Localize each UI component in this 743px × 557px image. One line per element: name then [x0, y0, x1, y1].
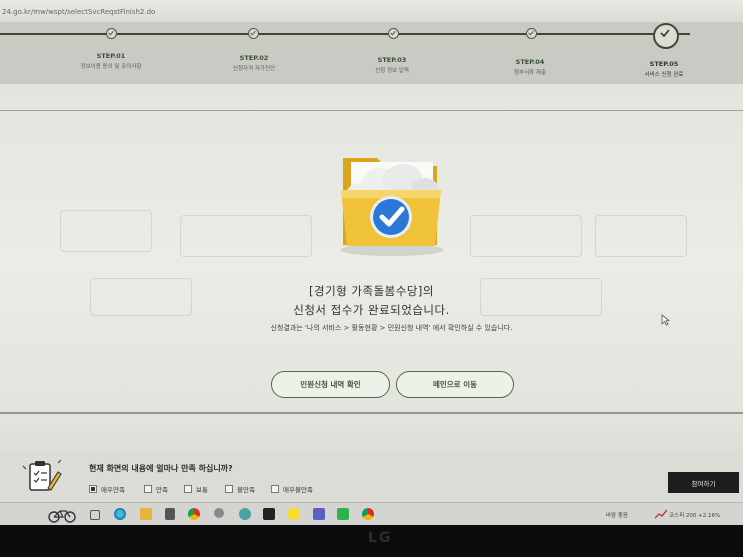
step-progress: STEP.01 정보이용 동의 및 유의사항 STEP.02 신청자격 자가진단…	[0, 22, 743, 84]
stock-ticker[interactable]: 코스피 200 +2.16%	[669, 511, 720, 519]
notes-app-icon[interactable]	[263, 508, 275, 520]
step-2-desc: 신청자격 자가진단	[232, 66, 276, 72]
survey-option-neutral[interactable]: 보통	[184, 484, 208, 494]
kakaotalk-icon[interactable]	[288, 508, 300, 520]
task-view-icon[interactable]	[90, 510, 100, 520]
folder-complete-icon	[340, 158, 444, 256]
weather-widget[interactable]: 바람 좋음	[606, 511, 628, 519]
step-5-title: STEP.05	[649, 60, 679, 68]
survey-question: 현재 화면의 내용에 얼마나 만족 하십니까?	[89, 464, 233, 473]
step-1-marker	[106, 28, 117, 39]
satisfaction-survey: 현재 화면의 내용에 얼마나 만족 하십니까? 매우만족 만족 보통 불만족 매…	[0, 452, 743, 502]
step-3-desc: 신청 정보 입력	[375, 68, 409, 74]
step-4-marker	[526, 28, 537, 39]
step-1-desc: 정보이용 동의 및 유의사항	[80, 64, 142, 70]
participate-button[interactable]: 참여하기	[668, 472, 739, 493]
step-3-title: STEP.03	[377, 56, 407, 64]
ghost-box	[470, 215, 582, 257]
teams-icon[interactable]	[313, 508, 325, 520]
step-4-title: STEP.04	[515, 58, 545, 66]
ghost-box	[180, 215, 312, 257]
taskbar: 바람 좋음 코스피 200 +2.16%	[0, 502, 743, 525]
result-description: 신청결과는 '나의 서비스 > 활동현황 > 민원신청 내역' 에서 확인하실 …	[270, 324, 513, 332]
ghost-box	[595, 215, 687, 257]
brand-logo: LG	[368, 530, 393, 546]
checkbox[interactable]	[89, 485, 97, 493]
go-to-main-button[interactable]: 메인으로 이동	[396, 371, 514, 398]
step-2-title: STEP.02	[239, 54, 269, 62]
clipboard-survey-icon	[22, 459, 62, 491]
survey-option-satisfied[interactable]: 만족	[144, 484, 168, 494]
checkbox[interactable]	[184, 485, 192, 493]
step-4-desc: 첨부서류 제출	[513, 70, 547, 76]
app-icon[interactable]	[337, 508, 349, 520]
step-1-title: STEP.01	[96, 52, 126, 60]
checkbox[interactable]	[144, 485, 152, 493]
survey-option-dissatisfied[interactable]: 불만족	[225, 484, 255, 494]
step-5-desc: 서비스 신청 완료	[644, 72, 684, 78]
screen: 24.go.kr/mw/wspt/selectSvcReqstFinish2.d…	[0, 0, 743, 525]
calculator-icon[interactable]	[165, 508, 175, 520]
step-2-marker	[248, 28, 259, 39]
stock-chart-icon	[655, 509, 667, 519]
mouse-cursor-icon	[661, 314, 670, 326]
url-text[interactable]: 24.go.kr/mw/wspt/selectSvcReqstFinish2.d…	[2, 8, 155, 16]
app-icon[interactable]	[239, 508, 251, 520]
edge-browser-icon[interactable]	[114, 508, 126, 520]
result-title-line2: 신청서 접수가 완료되었습니다.	[293, 303, 450, 317]
result-title-line1: [경기형 가족돌봄수당]의	[309, 284, 434, 298]
section-divider-bottom	[0, 412, 743, 414]
step-track	[0, 33, 690, 35]
chrome-icon[interactable]	[362, 508, 374, 520]
survey-option-very-satisfied[interactable]: 매우만족	[89, 484, 125, 494]
check-icon	[390, 30, 396, 36]
step-5-marker	[653, 23, 679, 49]
settings-icon[interactable]	[214, 508, 224, 518]
section-divider	[0, 110, 743, 111]
ghost-box	[60, 210, 152, 252]
address-bar[interactable]: 24.go.kr/mw/wspt/selectSvcReqstFinish2.d…	[0, 0, 743, 22]
check-icon	[528, 30, 534, 36]
check-icon	[108, 30, 114, 36]
checkbox[interactable]	[271, 485, 279, 493]
check-icon	[660, 29, 670, 37]
survey-option-very-dissatisfied[interactable]: 매우불만족	[271, 484, 313, 494]
file-explorer-icon[interactable]	[140, 508, 152, 520]
view-application-history-button[interactable]: 민원신청 내역 확인	[271, 371, 390, 398]
check-icon	[250, 30, 256, 36]
step-3-marker	[388, 28, 399, 39]
bicycle-widget-icon	[48, 510, 76, 523]
chrome-icon[interactable]	[188, 508, 200, 520]
checkbox[interactable]	[225, 485, 233, 493]
